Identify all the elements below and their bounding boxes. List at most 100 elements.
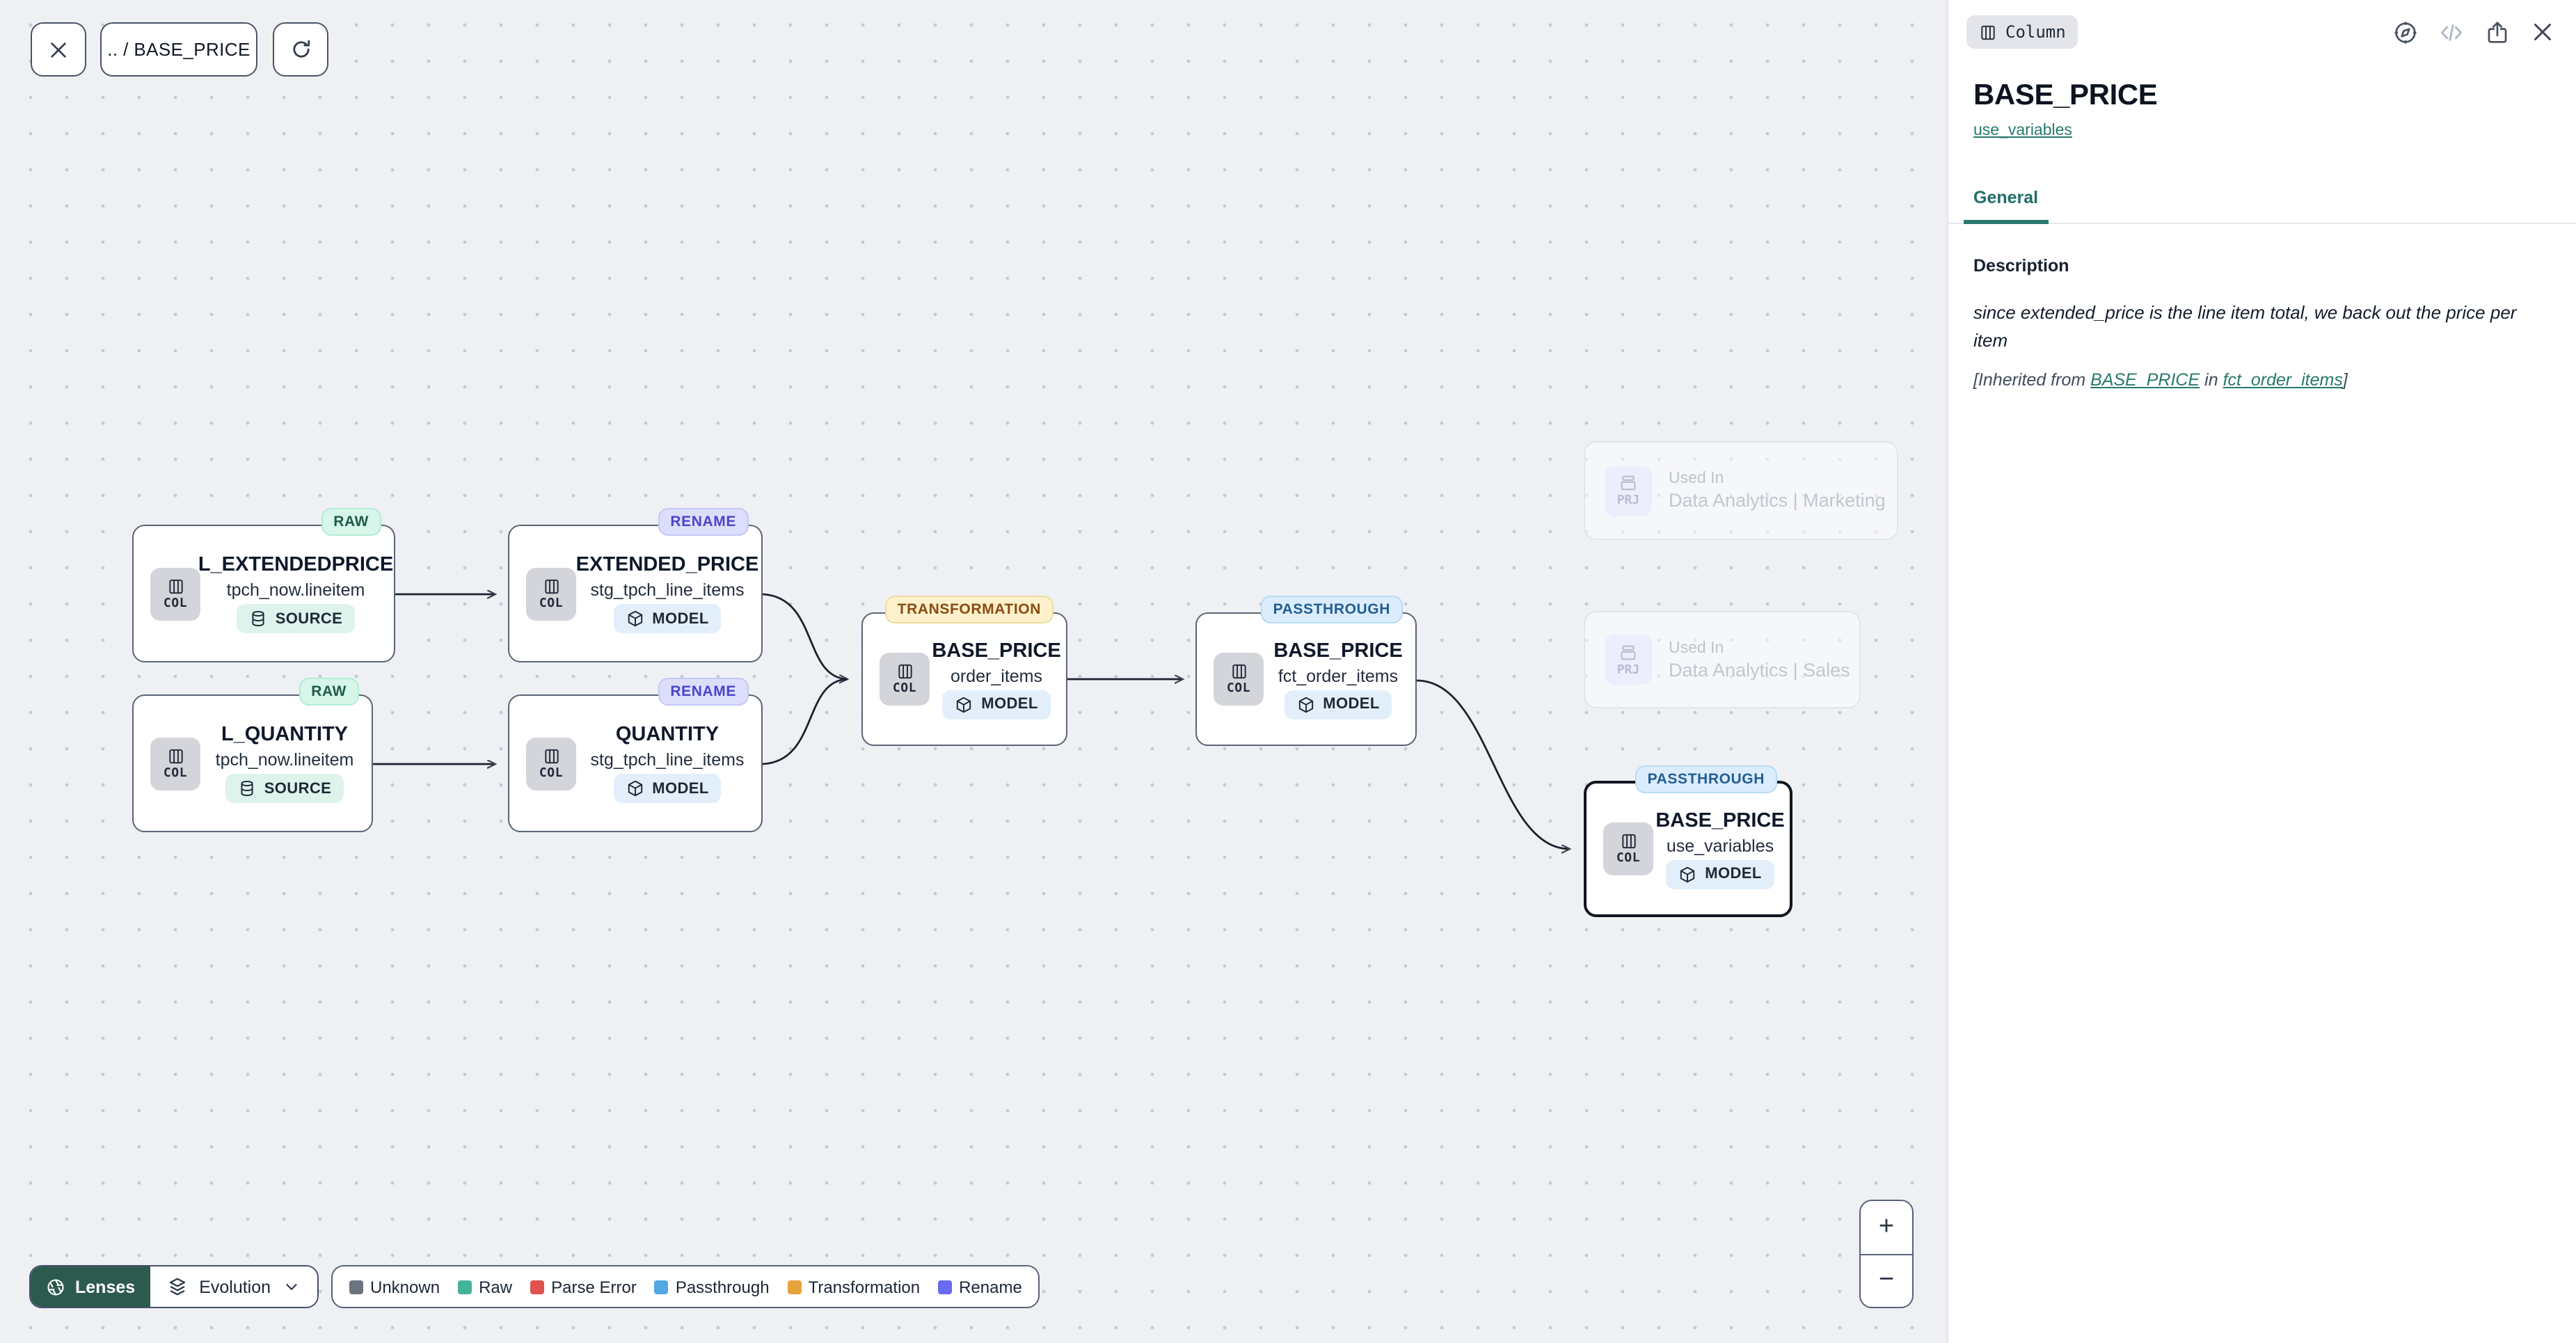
legend-item-transformation: Transformation (788, 1277, 921, 1296)
status-badge: RAW (299, 678, 359, 706)
legend-item-rename: Rename (938, 1277, 1022, 1296)
refresh-button[interactable] (273, 22, 328, 77)
used-in-card-marketing[interactable]: PRJ Used In Data Analytics | Marketing (1584, 441, 1898, 540)
columns-icon (166, 747, 184, 765)
legend-label: Unknown (370, 1277, 440, 1296)
kind-label: PRJ (1617, 494, 1640, 508)
lineage-node-base-price-use-variables[interactable]: PASSTHROUGH COL BASE_PRICE use_variables… (1584, 781, 1792, 917)
close-panel-button[interactable] (2530, 19, 2555, 45)
close-lineage-button[interactable] (31, 22, 86, 77)
node-subtitle: tpch_now.lineitem (216, 750, 354, 770)
code-icon (2438, 19, 2465, 45)
project-archive-icon (1619, 642, 1638, 662)
node-subtitle: use_variables (1667, 836, 1774, 855)
legend-swatch (530, 1280, 544, 1294)
node-title: BASE_PRICE (1655, 809, 1784, 832)
column-kind-chip: COL (526, 737, 576, 790)
layers-icon (167, 1276, 188, 1297)
zoom-controls: + − (1859, 1200, 1914, 1308)
node-type-chip: SOURCE (225, 774, 344, 803)
kind-label: COL (164, 596, 187, 610)
lineage-node-l-extendedprice[interactable]: RAW COL L_EXTENDEDPRICE tpch_now.lineite… (132, 525, 395, 662)
node-subtitle: fct_order_items (1278, 666, 1398, 685)
zoom-out-button[interactable]: − (1861, 1255, 1912, 1307)
node-type-chip: MODEL (613, 774, 721, 803)
breadcrumb[interactable]: .. / BASE_PRICE (100, 22, 257, 77)
node-type-label: MODEL (981, 696, 1037, 713)
share-button[interactable] (2484, 19, 2511, 45)
panel-header: Column (1948, 0, 2576, 49)
lineage-node-base-price-order-items[interactable]: TRANSFORMATION COL BASE_PRICE order_item… (861, 612, 1067, 746)
close-icon (2530, 19, 2555, 45)
legend-swatch (458, 1280, 472, 1294)
description-inherited: [Inherited from BASE_PRICE in fct_order_… (1973, 370, 2551, 390)
used-in-card-sales[interactable]: PRJ Used In Data Analytics | Sales (1584, 611, 1861, 708)
status-badge: TRANSFORMATION (885, 596, 1054, 623)
lineage-canvas[interactable]: .. / BASE_PRICE RAW COL L_EXTENDEDPRICE … (0, 0, 1947, 1343)
node-type-chip: MODEL (1666, 859, 1774, 889)
legend-label: Passthrough (676, 1277, 770, 1296)
description-heading: Description (1973, 256, 2551, 276)
tab-general[interactable]: General (1964, 188, 2048, 224)
node-subtitle: stg_tpch_line_items (591, 580, 745, 600)
legend-swatch (655, 1280, 669, 1294)
node-title: EXTENDED_PRICE (576, 554, 759, 576)
kind-label: COL (893, 682, 916, 696)
used-in-value: Data Analytics | Sales (1669, 659, 1850, 680)
panel-tabs: General (1948, 185, 2576, 224)
node-type-label: MODEL (652, 780, 708, 797)
node-subtitle: stg_tpch_line_items (591, 750, 745, 770)
node-title: BASE_PRICE (932, 639, 1060, 662)
breadcrumb-label: .. / BASE_PRICE (107, 39, 250, 60)
legend-item-unknown: Unknown (349, 1277, 440, 1296)
inherited-middle: in (2200, 370, 2223, 390)
inherited-suffix: ] (2343, 370, 2348, 390)
model-link[interactable]: use_variables (1973, 122, 2072, 139)
view-code-button[interactable] (2438, 19, 2465, 45)
zoom-in-button[interactable]: + (1861, 1201, 1912, 1255)
legend-label: Parse Error (551, 1277, 637, 1296)
node-type-label: SOURCE (276, 610, 343, 627)
lenses-button-label: Lenses (75, 1277, 135, 1296)
legend-item-passthrough: Passthrough (655, 1277, 770, 1296)
column-kind-chip: COL (150, 567, 200, 620)
node-type-chip: MODEL (1284, 690, 1392, 719)
lineage-node-quantity[interactable]: RENAME COL QUANTITY stg_tpch_line_items … (508, 694, 763, 832)
node-subtitle: tpch_now.lineitem (227, 580, 365, 600)
refresh-icon (289, 38, 312, 61)
lineage-node-l-quantity[interactable]: RAW COL L_QUANTITY tpch_now.lineitem SOU… (132, 694, 373, 832)
entity-type-label: Column (2005, 22, 2066, 42)
description-body: since extended_price is the line item to… (1973, 299, 2543, 353)
node-type-chip: MODEL (613, 604, 721, 633)
lineage-node-extended-price[interactable]: RENAME COL EXTENDED_PRICE stg_tpch_line_… (508, 525, 763, 662)
share-export-icon (2484, 19, 2511, 45)
columns-icon (542, 577, 560, 595)
status-badge: RAW (321, 508, 381, 536)
used-in-label: Used In (1669, 470, 1886, 487)
project-kind-chip: PRJ (1605, 466, 1652, 516)
lenses-control: Lenses Evolution (29, 1265, 318, 1308)
kind-label: COL (1616, 852, 1640, 866)
aperture-icon (46, 1277, 65, 1296)
lens-selector-dropdown[interactable]: Evolution (150, 1266, 317, 1307)
column-kind-chip: COL (526, 567, 576, 620)
inherited-column-link[interactable]: BASE_PRICE (2090, 370, 2200, 390)
lenses-button[interactable]: Lenses (31, 1266, 150, 1307)
legend-swatch (349, 1280, 363, 1294)
inherited-model-link[interactable]: fct_order_items (2223, 370, 2343, 390)
column-kind-chip: COL (1214, 653, 1264, 706)
legend-item-raw: Raw (458, 1277, 512, 1296)
compass-icon (2392, 19, 2419, 45)
lineage-node-base-price-fct-order-items[interactable]: PASSTHROUGH COL BASE_PRICE fct_order_ite… (1195, 612, 1417, 746)
legend-label: Rename (959, 1277, 1022, 1296)
legend-swatch (938, 1280, 952, 1294)
columns-icon (542, 747, 560, 765)
node-title: L_QUANTITY (221, 724, 348, 746)
legend-label: Raw (479, 1277, 512, 1296)
database-icon (238, 779, 256, 797)
explore-button[interactable] (2392, 19, 2419, 45)
model-cube-icon (1296, 695, 1314, 713)
kind-label: COL (1227, 682, 1250, 696)
legend-label: Transformation (809, 1277, 921, 1296)
kind-label: COL (539, 596, 563, 610)
